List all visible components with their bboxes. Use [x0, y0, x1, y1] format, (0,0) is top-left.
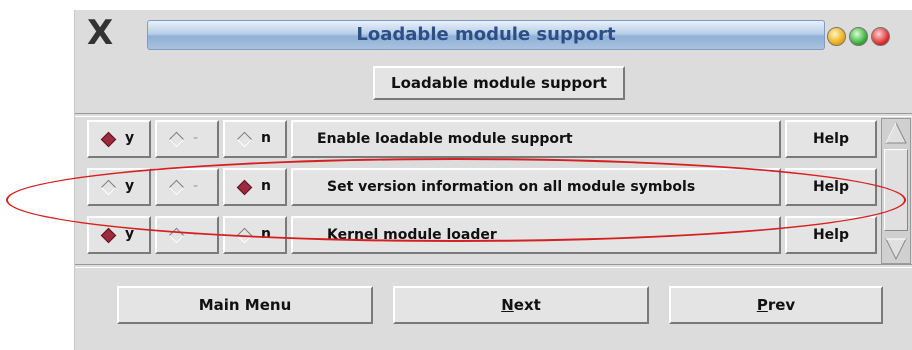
option-y-label: y — [125, 178, 135, 194]
radio-unselected-icon[interactable] — [100, 179, 117, 196]
row-2-description: Set version information on all module sy… — [291, 168, 781, 206]
minimize-button-icon[interactable] — [827, 27, 846, 46]
option-y-label: y — [125, 226, 135, 242]
row-3-option-m[interactable]: - — [155, 216, 219, 254]
prev-label: rev — [767, 296, 796, 314]
config-window: X Loadable module support Loadable modul… — [74, 10, 912, 350]
radio-unselected-icon[interactable] — [236, 131, 253, 148]
description-text: Enable loadable module support — [317, 131, 573, 147]
next-button[interactable]: Next — [393, 286, 649, 324]
main-menu-button[interactable]: Main Menu — [117, 286, 373, 324]
radio-unselected-icon[interactable] — [236, 227, 253, 244]
description-text: Set version information on all module sy… — [327, 179, 696, 195]
row-1-description: Enable loadable module support — [291, 120, 781, 158]
bottom-divider — [75, 264, 912, 268]
option-m-label: - — [193, 226, 199, 242]
row-1-option-m[interactable]: - — [155, 120, 219, 158]
scroll-up-arrow-icon[interactable] — [884, 121, 908, 145]
main-menu-label: Main Menu — [198, 296, 292, 314]
radio-unselected-icon[interactable] — [168, 131, 185, 148]
row-3-option-y[interactable]: y — [87, 216, 151, 254]
next-label: ext — [513, 296, 541, 314]
row-2-option-m[interactable]: - — [155, 168, 219, 206]
option-m-label: - — [193, 178, 199, 194]
maximize-button-icon[interactable] — [849, 27, 868, 46]
prev-button[interactable]: Prev — [669, 286, 883, 324]
option-m-label: - — [193, 130, 199, 146]
row-2-option-y[interactable]: y — [87, 168, 151, 206]
row-3-help-button[interactable]: Help — [785, 216, 877, 254]
row-1-help-button[interactable]: Help — [785, 120, 877, 158]
close-button-icon[interactable] — [871, 27, 890, 46]
option-n-label: n — [261, 226, 271, 242]
radio-unselected-icon[interactable] — [168, 179, 185, 196]
row-3-option-n[interactable]: n — [223, 216, 287, 254]
description-text: Kernel module loader — [327, 227, 497, 243]
title-bar-gradient: Loadable module support — [147, 20, 825, 50]
row-1-option-n[interactable]: n — [223, 120, 287, 158]
radio-selected-icon[interactable] — [236, 179, 253, 196]
row-2-help-button[interactable]: Help — [785, 168, 877, 206]
radio-selected-icon[interactable] — [100, 227, 117, 244]
prev-mnemonic: P — [756, 296, 768, 314]
option-n-label: n — [261, 178, 271, 194]
vertical-scrollbar[interactable] — [881, 118, 911, 264]
radio-selected-icon[interactable] — [100, 131, 117, 148]
title-bar[interactable]: X Loadable module support — [75, 10, 912, 54]
radio-unselected-icon[interactable] — [168, 227, 185, 244]
row-1-option-y[interactable]: y — [87, 120, 151, 158]
scrollbar-thumb[interactable] — [884, 149, 908, 231]
section-title-button[interactable]: Loadable module support — [373, 66, 625, 100]
top-divider — [75, 113, 912, 117]
option-n-label: n — [261, 130, 271, 146]
scroll-down-arrow-icon[interactable] — [884, 237, 908, 261]
window-title: Loadable module support — [356, 24, 616, 45]
row-3-description: Kernel module loader — [291, 216, 781, 254]
row-2-option-n[interactable]: n — [223, 168, 287, 206]
next-mnemonic: N — [501, 296, 514, 314]
option-y-label: y — [125, 130, 135, 146]
x-logo-icon: X — [87, 13, 114, 53]
